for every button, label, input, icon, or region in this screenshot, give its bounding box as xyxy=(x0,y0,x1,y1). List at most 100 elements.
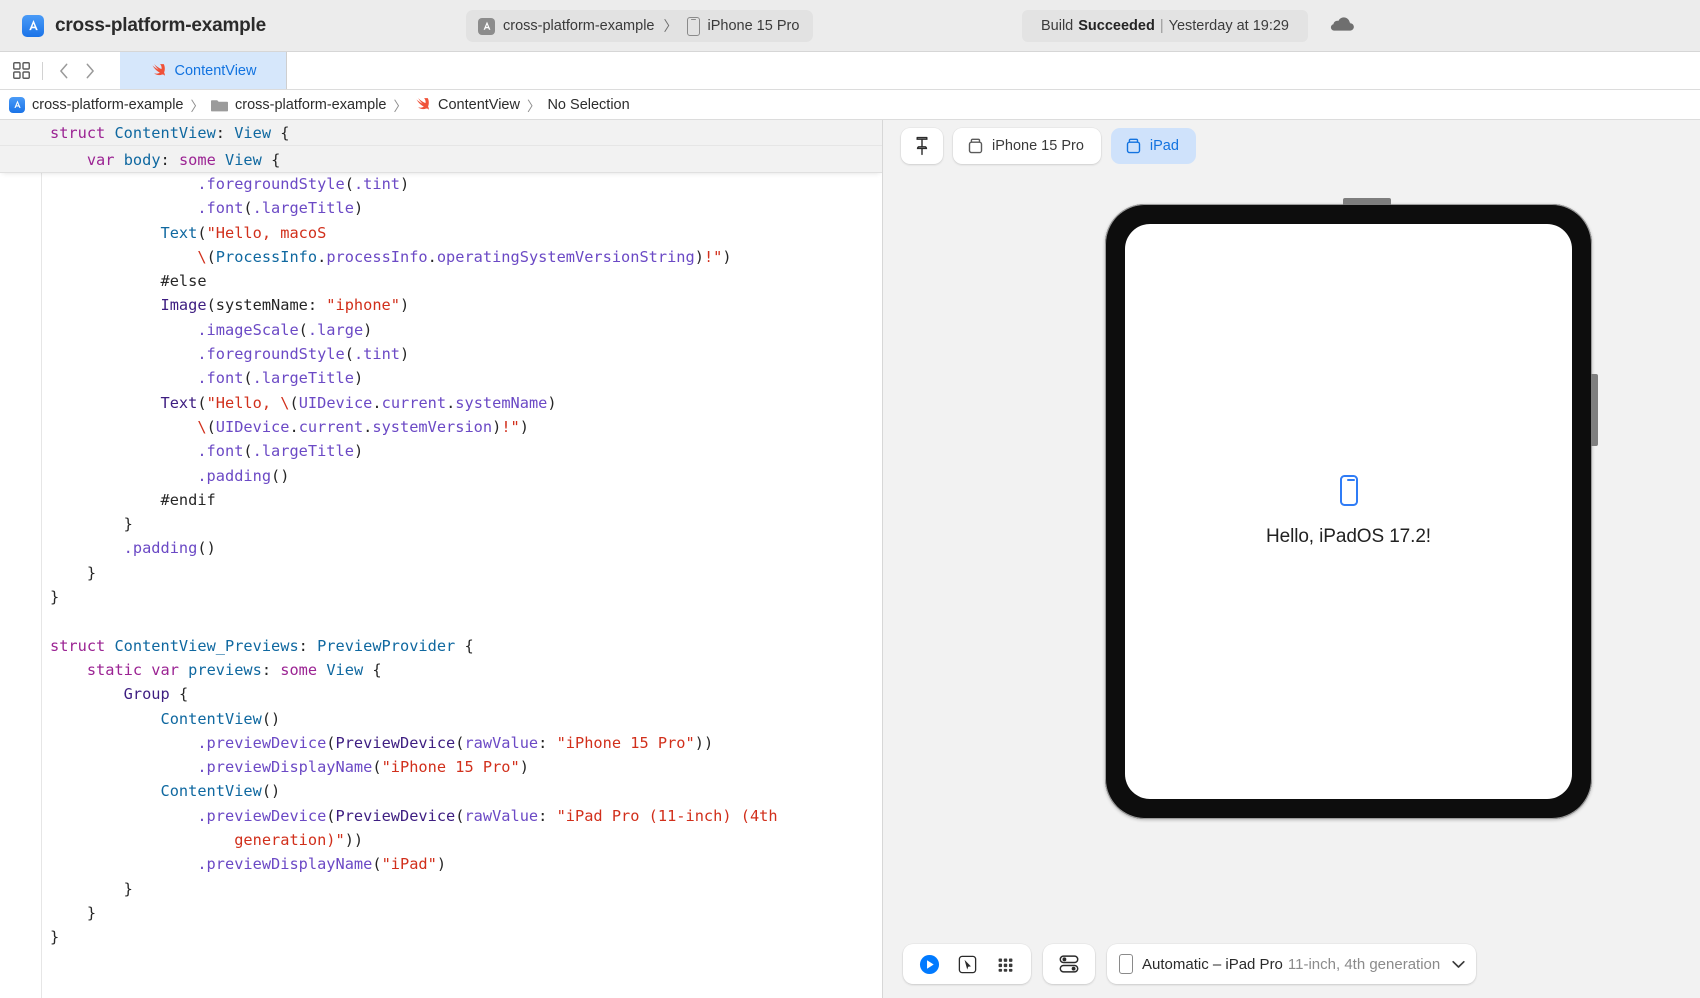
code-line: .font(.largeTitle) xyxy=(50,442,364,461)
scheme-app-icon xyxy=(478,17,495,35)
breadcrumb: cross-platform-example 〉 cross-platform-… xyxy=(0,90,1700,120)
tab-contentview[interactable]: ContentView xyxy=(120,52,287,89)
code-line: Image(systemName: "iphone") xyxy=(50,296,410,315)
pin-preview-button[interactable] xyxy=(901,128,943,164)
code-line: } xyxy=(50,588,60,607)
breadcrumb-label: No Selection xyxy=(547,96,630,113)
build-status-badge[interactable]: Build Succeeded | Yesterday at 19:29 xyxy=(1022,10,1308,42)
swift-file-icon xyxy=(414,96,431,113)
code-line: } xyxy=(50,928,60,947)
code-line: Group { xyxy=(50,685,189,704)
chevron-left-icon[interactable] xyxy=(51,58,77,84)
xcode-window: cross-platform-example cross-platform-ex… xyxy=(0,0,1700,998)
code-editor[interactable]: .foregroundStyle(.tint) .font(.largeTitl… xyxy=(0,120,883,998)
window-titlebar: cross-platform-example cross-platform-ex… xyxy=(0,0,1700,52)
device-icon xyxy=(1125,137,1142,155)
code-line: ContentView() xyxy=(50,782,281,801)
preview-tab-iphone-15-pro[interactable]: iPhone 15 Pro xyxy=(953,128,1101,164)
preview-destination-select[interactable]: Automatic – iPad Pro 11-inch, 4th genera… xyxy=(1107,944,1477,984)
iphone-icon xyxy=(686,16,700,36)
code-line: .padding() xyxy=(50,539,216,558)
preview-tab-label: iPhone 15 Pro xyxy=(992,138,1084,154)
breadcrumb-item-file[interactable]: ContentView xyxy=(414,96,520,113)
preview-tab-ipad[interactable]: iPad xyxy=(1110,128,1196,164)
code-line: .previewDisplayName("iPad") xyxy=(50,855,447,874)
code-line: .font(.largeTitle) xyxy=(50,369,364,388)
swift-file-icon xyxy=(150,62,167,79)
device-frame-ipad[interactable]: Hello, iPadOS 17.2! xyxy=(1105,198,1598,819)
build-status-divider: | xyxy=(1159,18,1164,34)
device-screen[interactable]: Hello, iPadOS 17.2! xyxy=(1125,224,1572,799)
preview-tab-label: iPad xyxy=(1149,138,1179,154)
code-line: .previewDisplayName("iPhone 15 Pro") xyxy=(50,758,529,777)
tabbar-controls xyxy=(0,52,103,89)
pointer-select-icon[interactable] xyxy=(951,950,983,978)
build-status-result: Succeeded xyxy=(1078,18,1155,34)
code-line: .font(.largeTitle) xyxy=(50,199,364,218)
code-line: .previewDevice(PreviewDevice(rawValue: "… xyxy=(50,806,778,825)
scheme-destination-picker[interactable]: cross-platform-example 〉 iPhone 15 Pro xyxy=(466,10,814,42)
main-split: .foregroundStyle(.tint) .font(.largeTitl… xyxy=(0,120,1700,998)
breadcrumb-item-folder[interactable]: cross-platform-example xyxy=(211,97,387,113)
code-line: Text("Hello, macoS xyxy=(50,223,327,242)
scheme-separator: 〉 xyxy=(663,18,678,34)
code-line: .previewDevice(PreviewDevice(rawValue: "… xyxy=(50,733,714,752)
destination-label: iPhone 15 Pro xyxy=(707,18,800,34)
breadcrumb-separator: 〉 xyxy=(393,98,408,114)
code-line: .padding() xyxy=(50,466,290,485)
destination-secondary: 11-inch, 4th generation xyxy=(1287,955,1441,973)
chevron-right-icon[interactable] xyxy=(77,58,103,84)
code-line: #else xyxy=(50,272,207,291)
code-line: } xyxy=(50,879,133,898)
device-settings-icon[interactable] xyxy=(1053,950,1085,978)
grid-variants-icon[interactable] xyxy=(989,950,1021,978)
code-line: static var previews: some View { xyxy=(50,660,382,679)
editor-tabbar: ContentView xyxy=(0,52,1700,90)
breadcrumb-label: ContentView xyxy=(438,96,520,113)
xcode-app-icon xyxy=(22,14,44,37)
code-line: } xyxy=(50,903,97,922)
play-circle-icon[interactable] xyxy=(913,950,945,978)
breadcrumb-item-selection[interactable]: No Selection xyxy=(547,97,629,113)
build-status-prefix: Build xyxy=(1041,18,1074,34)
code-line: ContentView() xyxy=(50,709,281,728)
scheme-label: cross-platform-example xyxy=(503,18,655,34)
preview-canvas[interactable]: iPhone 15 Pro iPad Hello, iPadOS 17.2! A… xyxy=(883,120,1700,998)
breadcrumb-separator: 〉 xyxy=(526,98,541,114)
code-line: struct ContentView_Previews: PreviewProv… xyxy=(50,636,474,655)
destination-primary: Automatic – iPad Pro xyxy=(1142,955,1283,973)
code-line: .imageScale(.large) xyxy=(50,320,373,339)
code-line: } xyxy=(50,563,97,582)
code-line: .foregroundStyle(.tint) xyxy=(50,175,410,193)
device-icon xyxy=(967,137,984,155)
sticky-line-body[interactable]: var body: some View { xyxy=(0,146,882,172)
sticky-scope-header: struct ContentView: View { var body: som… xyxy=(0,120,882,172)
preview-toolbar: iPhone 15 Pro iPad xyxy=(883,120,1700,172)
code-line: #endif xyxy=(50,490,216,509)
code-line: .foregroundStyle(.tint) xyxy=(50,345,410,364)
breadcrumb-item-project[interactable]: cross-platform-example xyxy=(9,96,184,113)
tabbar-divider xyxy=(42,61,43,80)
breadcrumb-label: cross-platform-example xyxy=(32,96,184,113)
titlebar-left: cross-platform-example xyxy=(0,14,267,37)
page-title: cross-platform-example xyxy=(55,14,267,36)
code-line: Text("Hello, \(UIDevice.current.systemNa… xyxy=(50,393,557,412)
folder-icon xyxy=(211,98,228,112)
ipad-icon xyxy=(1119,954,1133,974)
sticky-line-struct[interactable]: struct ContentView: View { xyxy=(0,120,882,146)
preview-playback-group xyxy=(903,944,1031,984)
code-line: \(UIDevice.current.systemVersion)!") xyxy=(50,417,529,436)
tab-label: ContentView xyxy=(174,62,257,79)
source-code[interactable]: .foregroundStyle(.tint) .font(.largeTitl… xyxy=(0,172,778,950)
code-line: generation)")) xyxy=(50,831,364,850)
panel-grid-icon[interactable] xyxy=(8,58,34,84)
breadcrumb-separator: 〉 xyxy=(190,98,205,114)
breadcrumb-label: cross-platform-example xyxy=(235,96,387,113)
cloud-icon[interactable] xyxy=(1330,14,1356,34)
preview-settings-group xyxy=(1043,944,1095,984)
chevron-down-icon[interactable] xyxy=(1452,960,1465,969)
iphone-symbol xyxy=(1339,475,1358,506)
code-line: } xyxy=(50,515,133,534)
pin-icon xyxy=(913,136,931,156)
